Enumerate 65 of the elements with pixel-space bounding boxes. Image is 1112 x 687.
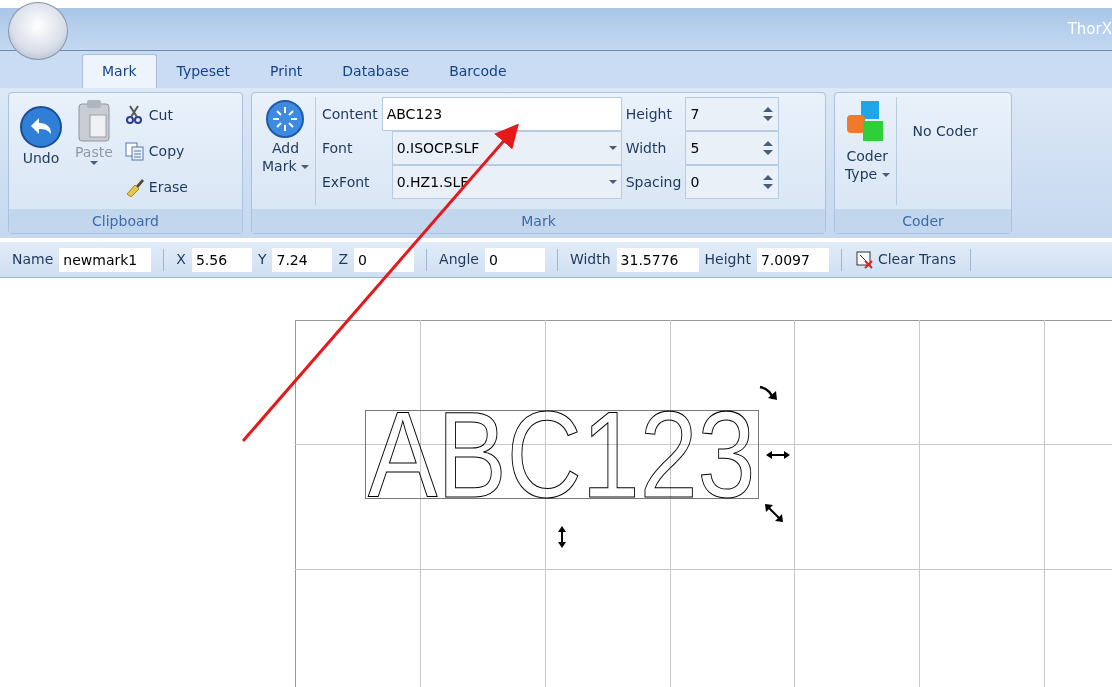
clear-trans-button[interactable]: Clear Trans: [853, 247, 958, 272]
field-label: ExFont: [322, 173, 371, 192]
clipboard-icon: [75, 99, 112, 143]
caret-icon: [608, 180, 617, 184]
mark-text[interactable]: ABC123: [368, 387, 756, 523]
ribbon-tab[interactable]: Typeset: [156, 54, 251, 88]
caret-icon: [89, 161, 98, 165]
input-field[interactable]: newmark1: [59, 247, 152, 272]
field-label: Name: [12, 250, 54, 269]
coder-status: No Coder: [912, 122, 978, 141]
field-label: Font: [322, 139, 354, 158]
input-field[interactable]: 7.0097: [756, 247, 829, 272]
field-label: Height: [625, 105, 673, 124]
caret-icon: [608, 146, 617, 150]
drawing-canvas[interactable]: ABC123: [0, 278, 1112, 687]
caret-icon: [881, 173, 890, 177]
field-label: Width: [569, 250, 611, 269]
scissors-icon: [124, 105, 145, 125]
input-field[interactable]: 0.HZ1.SLF: [391, 165, 622, 199]
field-label: Angle: [439, 250, 479, 269]
small-button[interactable]: Cut: [122, 102, 190, 128]
diagonal-resize-handle[interactable]: [765, 504, 783, 522]
spin-arrows-icon: [762, 106, 775, 122]
spin-field[interactable]: 5: [685, 131, 780, 165]
sparkle-icon: [265, 99, 306, 139]
brush-icon: [124, 177, 145, 197]
spin-arrows-icon: [762, 174, 775, 190]
clear-transform-icon: [855, 250, 874, 269]
add-mark-button[interactable]: Add Mark: [256, 97, 316, 205]
small-button[interactable]: Copy: [122, 138, 190, 164]
field-label: Content: [322, 105, 378, 124]
spin-field[interactable]: 0: [685, 165, 780, 199]
vertical-resize-handle[interactable]: [558, 526, 566, 548]
spin-arrows-icon: [762, 140, 775, 156]
input-field[interactable]: 0: [354, 247, 415, 272]
coder-type-button[interactable]: Coder Type: [839, 97, 897, 205]
copy-icon: [124, 141, 145, 161]
undo-icon: [19, 105, 63, 149]
selection-box[interactable]: [365, 410, 759, 499]
window-title: ThorX: [1067, 19, 1112, 40]
caret-icon: [301, 165, 309, 169]
horizontal-resize-handle[interactable]: [766, 451, 790, 459]
input-field[interactable]: 31.5776: [616, 247, 699, 272]
input-field[interactable]: 5.56: [191, 247, 252, 272]
rotate-handle[interactable]: [759, 385, 777, 400]
field-label: X: [176, 250, 186, 269]
input-field[interactable]: 0: [484, 247, 545, 272]
input-field[interactable]: ABC123: [381, 97, 622, 131]
field-label: Spacing: [625, 173, 682, 192]
group-label: Clipboard: [9, 209, 242, 233]
spin-field[interactable]: 7: [685, 97, 780, 131]
field-label: Z: [338, 250, 349, 269]
field-label: Width: [625, 139, 668, 158]
ribbon-tab[interactable]: Database: [322, 54, 430, 88]
field-label: Y: [257, 250, 267, 269]
ribbon-tab[interactable]: Mark: [82, 54, 157, 88]
group-label: Mark: [252, 209, 825, 233]
input-field[interactable]: 0.ISOCP.SLF: [391, 131, 622, 165]
field-label: Height: [704, 250, 751, 269]
ribbon-tab[interactable]: Barcode: [429, 54, 527, 88]
undo-button[interactable]: Undo: [13, 103, 69, 205]
ribbon-tab[interactable]: Print: [250, 54, 323, 88]
input-field[interactable]: 7.24: [272, 247, 333, 272]
small-button[interactable]: Erase: [122, 174, 190, 200]
group-label: Coder: [835, 209, 1011, 233]
